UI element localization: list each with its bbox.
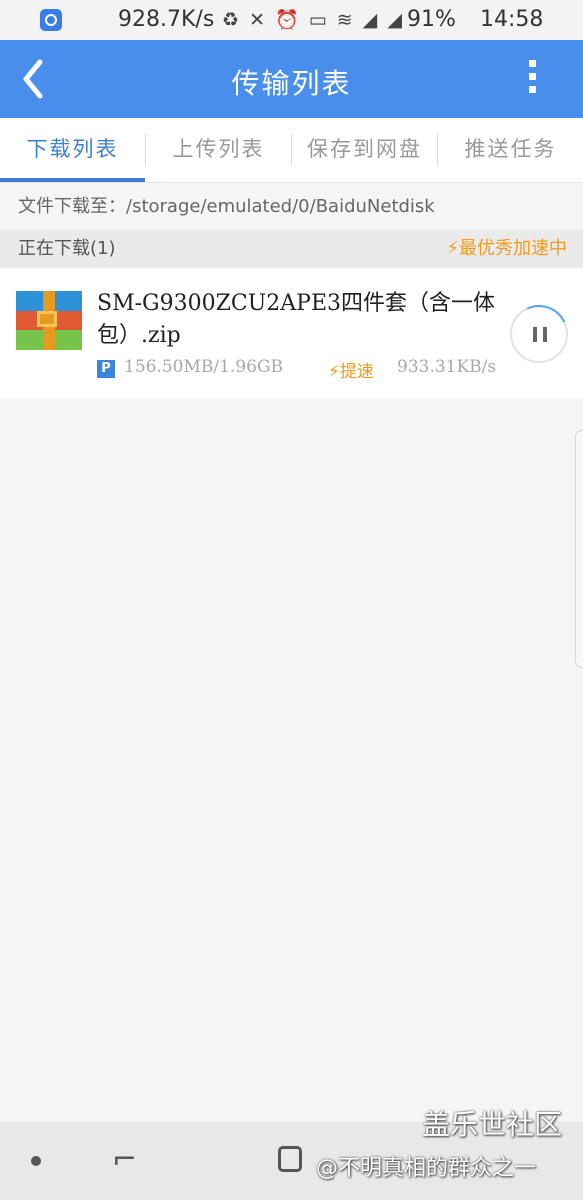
status-bar: 928.7K/s ♻ ✕ ⏰ ▭ ≋ ◢ ◢ 91% 14:58 [0,0,583,40]
network-speed: 928.7K/s [118,7,215,32]
app-header: 传输列表 [0,40,583,118]
transfer-tabs: 下载列表 上传列表 保存到网盘 推送任务 [0,118,583,183]
download-speed: 933.31KB/s [397,357,497,377]
downloading-section-header: 正在下载(1) ⚡最优秀加速中 [0,230,583,268]
clock: 14:58 [480,7,544,32]
premium-badge: P [97,360,115,378]
zip-archive-icon [16,291,82,350]
home-button-icon[interactable] [278,1146,302,1172]
more-vertical-icon [522,60,542,93]
download-path-text: 文件下载至：/storage/emulated/0/BaiduNetdisk [18,196,435,217]
watermark-community: 盖乐世社区 [422,1108,563,1141]
baidu-netdisk-app-icon [40,9,62,31]
downloading-count: 正在下载(1) [18,238,116,259]
download-path-bar: 文件下载至：/storage/emulated/0/BaiduNetdisk [0,183,583,230]
tab-push-tasks[interactable]: 推送任务 [438,118,583,182]
file-name: SM-G9300ZCU2APE3四件套（含一体包）.zip [97,291,495,348]
tab-save-to-netdisk[interactable]: 保存到网盘 [292,118,437,182]
tab-upload-list[interactable]: 上传列表 [146,118,291,182]
pause-icon [533,327,537,342]
battery-level: 91% [407,7,456,32]
boost-status[interactable]: ⚡最优秀加速中 [446,230,567,268]
watermark-author: @不明真相的群众之一 [316,1156,537,1181]
nav-dot-icon[interactable] [31,1156,41,1166]
recent-apps-icon[interactable]: ⌐ [112,1142,137,1177]
more-options-button[interactable] [522,60,542,100]
download-item[interactable]: SM-G9300ZCU2APE3四件套（含一体包）.zip P 156.50MB… [0,268,583,399]
download-progress-size: 156.50MB/1.96GB [124,357,284,377]
system-status-icons: ♻ ✕ ⏰ ▭ ≋ ◢ ◢ [222,9,404,31]
progress-ring [501,296,577,372]
pause-button[interactable] [501,296,577,372]
page-title: 传输列表 [231,67,352,100]
pause-icon [543,327,547,342]
tab-download-list[interactable]: 下载列表 [0,118,145,182]
speed-boost-button[interactable]: ⚡提速 [328,357,374,382]
edge-panel-handle[interactable] [575,430,583,668]
